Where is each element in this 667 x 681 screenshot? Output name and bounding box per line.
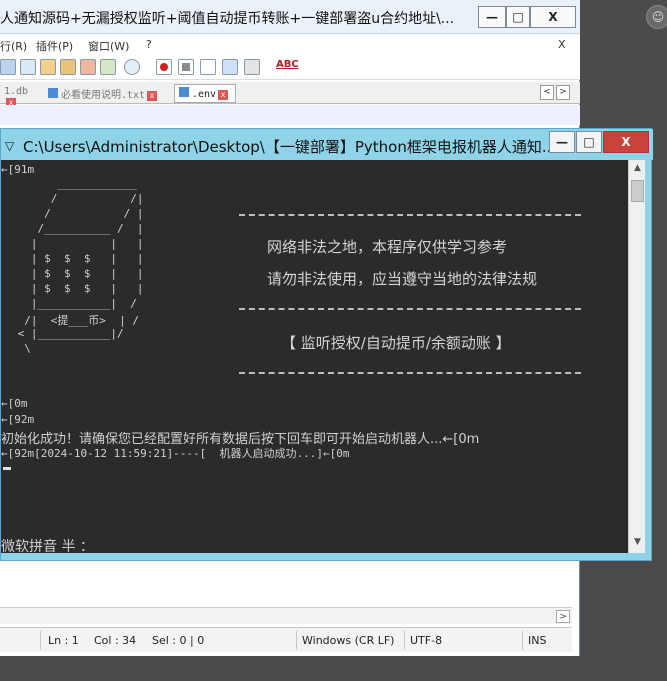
console-output: ←[91m ____________ / /| / / | /_________…: [1, 160, 628, 553]
file-icon: [48, 88, 58, 98]
menu-run[interactable]: 行(R): [0, 38, 27, 54]
console-window: ▽ C:\Users\Administrator\Desktop\【一键部署】P…: [0, 128, 653, 561]
scroll-thumb[interactable]: [631, 180, 644, 202]
tab-scroll-right-button[interactable]: >: [556, 85, 570, 100]
editor-maximize-button[interactable]: □: [506, 6, 530, 28]
ascii-art-line: / /|: [11, 192, 144, 205]
scroll-right-arrow-icon[interactable]: >: [556, 610, 570, 623]
editor-window-title: 人通知源码+无漏授权监听+阈值自动提币转账+一键部署盗u合约地址\...: [0, 11, 455, 27]
ascii-art-line: / / |: [11, 207, 144, 220]
play-macro-icon[interactable]: [200, 59, 216, 75]
ascii-art-line: ____________: [11, 177, 137, 190]
wrap-icon[interactable]: [20, 59, 36, 75]
separator-line: [239, 372, 581, 374]
ime-indicator: 微软拼音 半 ：: [1, 539, 94, 553]
status-line: Ln : 1: [48, 634, 79, 647]
ascii-art-line: /__________ / |: [11, 222, 144, 235]
tab-close-icon[interactable]: x: [147, 91, 158, 101]
folder-workspace-icon[interactable]: [100, 59, 116, 75]
function-list-icon[interactable]: [80, 59, 96, 75]
side-widget-icon[interactable]: ☺: [646, 5, 667, 29]
editor-horizontal-scrollbar[interactable]: >: [0, 607, 572, 624]
ascii-art-line: | | |: [11, 237, 144, 250]
tab-scroll-left-button[interactable]: <: [540, 85, 554, 100]
folder-icon[interactable]: [40, 59, 56, 75]
ascii-art-line: \: [11, 342, 31, 355]
console-maximize-button[interactable]: □: [576, 131, 602, 153]
separator-line: [239, 214, 581, 216]
doc-map-icon[interactable]: [60, 59, 76, 75]
ascii-art-line: | $ $ $ | |: [11, 282, 144, 295]
editor-titlebar[interactable]: 人通知源码+无漏授权监听+阈值自动提币转账+一键部署盗u合约地址\... — □…: [0, 0, 580, 34]
record-macro-icon[interactable]: [156, 59, 172, 75]
run-multiple-icon[interactable]: [222, 59, 238, 75]
tab-env[interactable]: .env x: [174, 84, 236, 103]
tab-close-icon[interactable]: x: [218, 90, 229, 100]
indent-icon[interactable]: [0, 59, 16, 75]
status-insert-mode: INS: [528, 634, 547, 647]
console-window-title: C:\Users\Administrator\Desktop\【一键部署】Pyt…: [23, 138, 557, 156]
features-banner: 【 监听授权/自动提币/余额动账 】: [281, 334, 511, 352]
menu-help[interactable]: ?: [146, 38, 152, 51]
editor-current-line: [0, 105, 580, 125]
status-divider: [404, 631, 405, 650]
console-vertical-scrollbar[interactable]: ▲ ▼: [628, 160, 645, 553]
console-minimize-button[interactable]: —: [549, 131, 575, 153]
status-encoding: UTF-8: [410, 634, 443, 647]
file-icon: [179, 87, 189, 97]
tab-db-label: 1.db: [4, 86, 29, 97]
scroll-down-arrow-icon[interactable]: ▼: [631, 536, 644, 549]
ascii-art-line: | $ $ $ | |: [11, 267, 144, 280]
editor-toolbar: ABC: [0, 56, 580, 80]
ansi-code-red: ←[91m: [1, 163, 35, 176]
status-divider: [40, 631, 41, 650]
ascii-art-line: < |___________|/: [11, 327, 124, 340]
console-titlebar[interactable]: ▽ C:\Users\Administrator\Desktop\【一键部署】P…: [1, 129, 653, 160]
console-close-button[interactable]: X: [603, 131, 649, 153]
status-divider: [522, 631, 523, 650]
stop-macro-icon[interactable]: [178, 59, 194, 75]
save-macro-icon[interactable]: [244, 59, 260, 75]
status-eol: Windows (CR LF): [302, 634, 395, 647]
tab-env-label: .env: [192, 89, 217, 100]
editor-tabbar: 1.dbx 必看使用说明.txt x .env x < >: [0, 82, 580, 108]
editor-statusbar: Ln : 1 Col : 34 Sel : 0 | 0 Windows (CR …: [0, 627, 572, 652]
bot-started-message: ←[92m[2024-10-12 11:59:21]----[ 机器人启动成功.…: [1, 447, 350, 460]
tab-readme-label: 必看使用说明.txt: [61, 90, 146, 101]
ansi-code-reset: ←[0m: [1, 397, 28, 410]
tab-readme[interactable]: 必看使用说明.txt x: [44, 84, 172, 103]
editor-menubar: 行(R) 插件(P) 窗口(W) ? X: [0, 34, 580, 56]
monitor-eye-icon[interactable]: [124, 59, 140, 75]
menu-close-doc[interactable]: X: [558, 38, 566, 51]
ascii-art-line: /| <提___币> | /: [11, 314, 139, 327]
separator-line: [239, 308, 581, 310]
editor-minimize-button[interactable]: —: [478, 6, 506, 28]
menu-window[interactable]: 窗口(W): [88, 38, 129, 54]
console-app-icon: ▽: [5, 139, 15, 153]
status-col: Col : 34: [94, 634, 137, 647]
menu-plugins[interactable]: 插件(P): [36, 38, 73, 54]
editor-close-button[interactable]: X: [530, 6, 576, 28]
status-divider: [296, 631, 297, 650]
ascii-art-line: |___________| /: [11, 297, 137, 310]
ansi-code-green: ←[92m: [1, 413, 35, 426]
ascii-art-line: | $ $ $ | |: [11, 252, 144, 265]
notice-line-2: 请勿非法使用，应当遵守当地的法律法规: [267, 270, 538, 288]
scroll-up-arrow-icon[interactable]: ▲: [631, 162, 644, 175]
status-selection: Sel : 0 | 0: [152, 634, 205, 647]
notice-line-1: 网络非法之地，本程序仅供学习参考: [267, 238, 508, 256]
text-cursor: [3, 467, 11, 470]
spellcheck-icon[interactable]: ABC: [276, 59, 299, 70]
tab-db[interactable]: 1.dbx: [0, 84, 42, 108]
